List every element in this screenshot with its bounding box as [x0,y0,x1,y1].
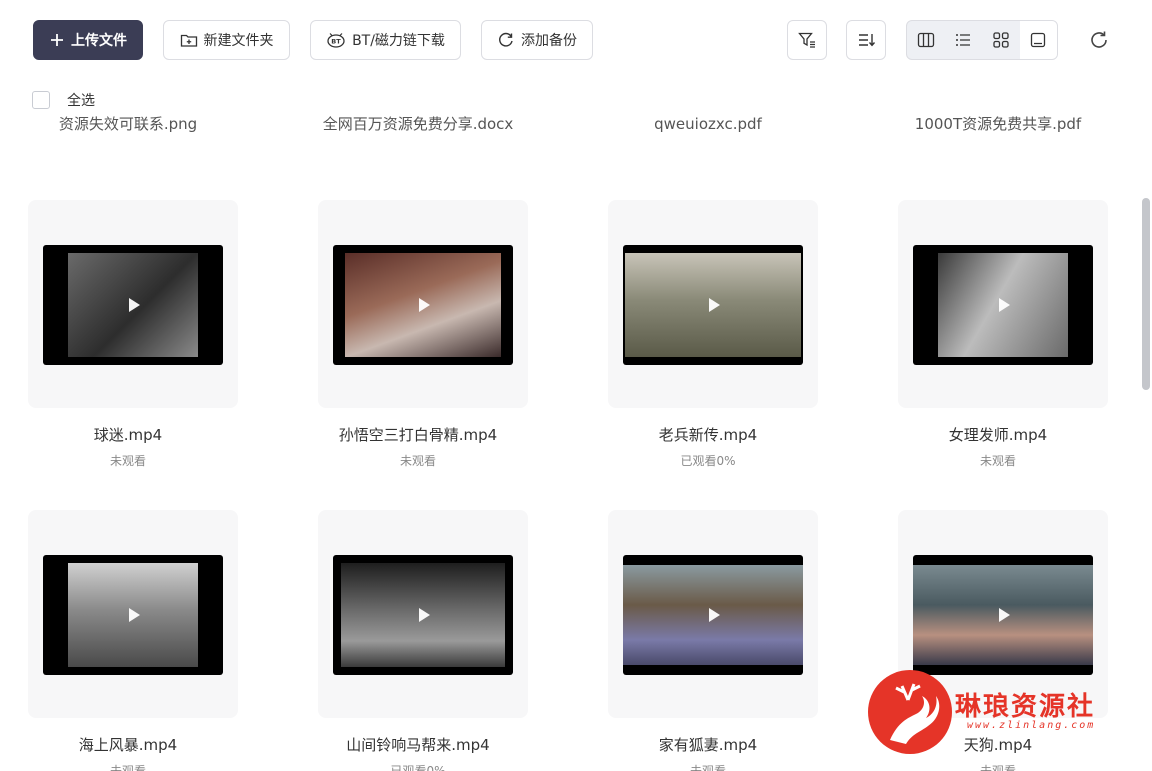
watch-status: 未观看 [979,764,1016,771]
refresh-icon [1091,31,1107,48]
watch-status: 未观看 [689,764,726,771]
video-thumbnail[interactable] [43,555,223,675]
new-folder-label: 新建文件夹 [203,33,274,49]
play-icon [129,608,140,622]
watch-status: 未观看 [109,454,146,468]
video-card[interactable] [28,510,238,718]
sort-icon [859,34,876,47]
file-name[interactable]: 资源失效可联系.png [8,113,248,135]
play-icon [999,608,1010,622]
watch-status: 未观看 [109,764,146,771]
bt-label: BT/磁力链下载 [352,33,445,49]
toolbar: 上传文件 新建文件夹 BT BT/磁力链下载 添加备份 [0,0,1152,80]
select-all-checkbox[interactable] [32,91,50,109]
video-name[interactable]: 海上风暴.mp4 [8,734,248,755]
thumbnail-icon [1031,32,1046,48]
grid-icon [993,32,1009,48]
view-columns-button[interactable] [907,21,945,59]
video-thumbnail[interactable] [333,555,513,675]
filter-button[interactable] [787,20,827,60]
video-name[interactable]: 山间铃响马帮来.mp4 [298,734,538,755]
video-card[interactable] [608,200,818,408]
watermark-url: www.zlinlang.com [967,720,1096,731]
view-grid-button[interactable] [982,21,1020,59]
view-list-button[interactable] [945,21,983,59]
filter-icon [798,32,815,48]
view-thumbnail-button[interactable] [1019,21,1057,59]
file-name[interactable]: 1000T资源免费共享.pdf [878,113,1118,135]
upload-button[interactable]: 上传文件 [33,20,143,60]
video-thumbnail[interactable] [913,245,1093,365]
play-icon [999,298,1010,312]
watermark-brand: 琳琅资源社 [955,692,1096,722]
watch-status: 未观看 [979,454,1016,468]
watch-status: 已观看0% [390,764,446,771]
video-name[interactable]: 女理发师.mp4 [878,424,1118,445]
play-icon [419,608,430,622]
video-name[interactable]: 家有狐妻.mp4 [588,734,828,755]
folder-plus-icon [180,34,197,47]
video-card[interactable] [318,200,528,408]
play-icon [129,298,140,312]
bt-icon: BT [327,33,345,48]
sync-icon [499,32,513,47]
list-icon [956,34,971,46]
watch-status: 已观看0% [680,454,736,468]
video-thumbnail[interactable] [623,555,803,675]
file-name[interactable]: 全网百万资源免费分享.docx [298,113,538,135]
video-card[interactable] [608,510,818,718]
play-icon [709,298,720,312]
select-all-label: 全选 [67,93,95,109]
video-thumbnail[interactable] [43,245,223,365]
plus-icon [51,34,63,46]
video-card[interactable] [898,200,1108,408]
new-folder-button[interactable]: 新建文件夹 [163,20,290,60]
watermark-logo [868,670,952,754]
file-name[interactable]: qweuiozxc.pdf [588,113,828,135]
select-all[interactable]: 全选 [32,90,95,110]
watch-status: 未观看 [399,454,436,468]
upload-label: 上传文件 [71,33,127,49]
video-card[interactable] [318,510,528,718]
sort-button[interactable] [846,20,886,60]
video-name[interactable]: 孙悟空三打白骨精.mp4 [298,424,538,445]
video-thumbnail[interactable] [333,245,513,365]
add-backup-button[interactable]: 添加备份 [481,20,593,60]
deer-icon [890,683,940,744]
backup-label: 添加备份 [521,33,577,49]
video-name[interactable]: 老兵新传.mp4 [588,424,828,445]
video-name[interactable]: 球迷.mp4 [8,424,248,445]
svg-text:BT: BT [331,38,341,46]
play-icon [709,608,720,622]
video-thumbnail[interactable] [623,245,803,365]
refresh-button[interactable] [1087,28,1111,52]
view-mode-group [906,20,1058,60]
video-thumbnail[interactable] [913,555,1093,675]
bt-magnet-download-button[interactable]: BT BT/磁力链下载 [310,20,461,60]
video-card[interactable] [28,200,238,408]
play-icon [419,298,430,312]
scrollbar-thumb[interactable] [1142,198,1150,390]
columns-icon [917,32,934,48]
